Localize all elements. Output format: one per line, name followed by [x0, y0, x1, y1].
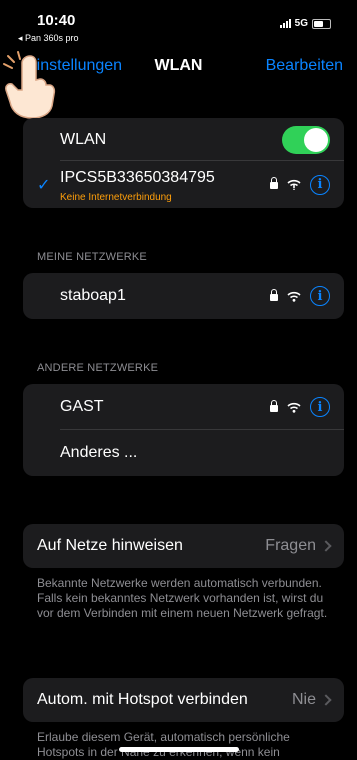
other-network-label: Anderes ... — [60, 444, 138, 461]
ask-join-label: Auf Netze hinweisen — [37, 537, 183, 554]
status-indicators: 5G — [279, 18, 331, 29]
wifi-icon — [287, 291, 301, 302]
ask-join-value-text: Fragen — [265, 537, 316, 554]
hotspot-value: Nie — [291, 691, 332, 709]
info-button[interactable]: i — [310, 174, 330, 195]
cellular-signal-icon — [279, 19, 291, 28]
ask-join-group: Auf Netze hinweisen Fragen — [23, 524, 344, 568]
hotspot-label: Autom. mit Hotspot verbinden — [37, 691, 248, 708]
status-time: 10:40 — [37, 12, 76, 29]
ask-join-value: Fragen — [265, 537, 332, 555]
lock-icon — [270, 288, 278, 301]
connected-network-row[interactable]: ✓ IPCS5B33650384795 Keine Internetverbin… — [23, 161, 344, 208]
ask-join-footer: Bekannte Netzwerke werden automatisch ve… — [37, 576, 328, 620]
info-button[interactable]: i — [310, 397, 330, 417]
network-name: GAST — [60, 398, 104, 415]
network-type: 5G — [294, 18, 308, 29]
connection-status: Keine Internetverbindung — [60, 192, 172, 203]
other-network-row[interactable]: Anderes ... — [23, 430, 344, 476]
wifi-no-internet-icon — [287, 179, 301, 190]
hotspot-value-text: Nie — [291, 691, 316, 708]
battery-icon — [312, 18, 331, 29]
home-indicator[interactable] — [119, 747, 239, 752]
wifi-icon — [287, 402, 301, 413]
network-icons: i — [270, 174, 330, 195]
other-networks-group: GAST i Anderes ... — [23, 384, 344, 476]
ask-join-row[interactable]: Auf Netze hinweisen Fragen — [23, 524, 344, 568]
edit-button[interactable]: Bearbeiten — [266, 57, 343, 75]
list-item[interactable]: GAST i — [23, 384, 344, 430]
connected-network-name: IPCS5B33650384795 — [60, 169, 215, 186]
wlan-toggle-row: WLAN — [23, 118, 344, 161]
chevron-right-icon — [320, 540, 332, 552]
list-item[interactable]: staboap1 i — [23, 273, 344, 319]
info-button[interactable]: i — [310, 286, 330, 306]
my-networks-group: staboap1 i — [23, 273, 344, 319]
hotspot-group: Autom. mit Hotspot verbinden Nie — [23, 678, 344, 722]
tap-hand-icon — [3, 51, 56, 119]
chevron-right-icon — [320, 694, 332, 706]
checkmark-icon: ✓ — [37, 176, 51, 194]
network-icons: i — [270, 286, 330, 306]
wlan-toggle[interactable] — [282, 126, 330, 154]
my-networks-header: MEINE NETZWERKE — [37, 251, 147, 263]
wlan-group: WLAN ✓ IPCS5B33650384795 Keine Internetv… — [23, 118, 344, 208]
network-name: staboap1 — [60, 287, 126, 304]
network-icons: i — [270, 397, 330, 417]
back-to-app-link[interactable]: ◂ Pan 360s pro — [18, 33, 79, 44]
lock-icon — [270, 177, 278, 189]
lock-icon — [270, 399, 278, 412]
hotspot-row[interactable]: Autom. mit Hotspot verbinden Nie — [23, 678, 344, 722]
other-networks-header: ANDERE NETZWERKE — [37, 362, 159, 374]
hotspot-footer: Erlaube diesem Gerät, automatisch persön… — [37, 730, 290, 759]
wlan-label: WLAN — [60, 130, 107, 148]
